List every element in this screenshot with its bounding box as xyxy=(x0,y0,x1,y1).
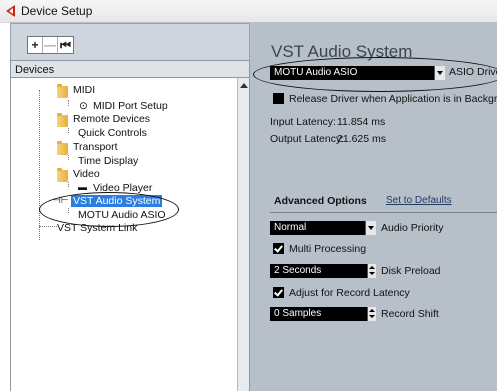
video-player-icon: ▬ xyxy=(78,182,87,192)
release-driver-checkbox[interactable] xyxy=(273,93,284,104)
devices-tree: MIDI ⊙ MIDI Port Setup Remote Devices Qu… xyxy=(10,78,250,391)
record-shift-value: 0 Samples xyxy=(274,308,322,319)
midi-port-icon: ⊙ xyxy=(79,100,88,112)
record-shift-stepper[interactable]: 0 Samples xyxy=(270,307,376,321)
advanced-options-title: Advanced Options xyxy=(274,195,367,207)
devices-header-label: Devices xyxy=(15,64,55,76)
input-latency-label: Input Latency: xyxy=(270,116,336,128)
devices-header: Devices xyxy=(10,60,250,78)
chevron-down-icon[interactable] xyxy=(365,221,376,235)
folder-icon xyxy=(57,84,68,98)
folder-icon xyxy=(57,141,68,155)
add-device-button[interactable]: + xyxy=(28,37,43,53)
tree-item-transport[interactable]: Transport xyxy=(73,141,118,153)
window-title: Device Setup xyxy=(21,4,93,18)
folder-icon xyxy=(57,168,68,182)
toolbar-buttons: + — ⏮ xyxy=(27,36,74,54)
input-latency-value: 11.854 ms xyxy=(337,116,386,128)
device-toolbar: + — ⏮ xyxy=(10,23,250,60)
tree-connector xyxy=(68,155,69,160)
tree-connector xyxy=(39,226,57,227)
folder-icon xyxy=(57,113,68,127)
tree-connector xyxy=(68,100,69,106)
title-bar: Device Setup xyxy=(0,0,497,23)
tree-item-video[interactable]: Video xyxy=(73,168,100,180)
highlight-oval-tree xyxy=(39,192,179,227)
disk-preload-value: 2 Seconds xyxy=(274,265,322,276)
tree-item-midi-port-setup[interactable]: MIDI Port Setup xyxy=(93,100,168,112)
release-driver-label: Release Driver when Application is in Ba… xyxy=(289,93,497,105)
multi-processing-label: Multi Processing xyxy=(289,243,367,255)
adjust-latency-label: Adjust for Record Latency xyxy=(289,287,410,299)
tree-scrollbar[interactable] xyxy=(237,78,249,391)
advanced-divider xyxy=(270,212,497,213)
record-shift-label: Record Shift xyxy=(381,308,439,320)
tree-item-midi[interactable]: MIDI xyxy=(73,84,95,96)
audio-priority-select[interactable]: Normal xyxy=(270,221,376,235)
disk-preload-stepper[interactable]: 2 Seconds xyxy=(270,264,376,278)
output-latency-value: 21.625 ms xyxy=(337,133,387,145)
remove-device-button[interactable]: — xyxy=(43,37,58,53)
tree-connector xyxy=(68,182,69,187)
set-to-defaults-link[interactable]: Set to Defaults xyxy=(386,195,452,206)
tree-item-quick-controls[interactable]: Quick Controls xyxy=(78,127,147,139)
adjust-latency-checkbox[interactable] xyxy=(273,287,284,298)
stepper-arrows-icon[interactable] xyxy=(367,264,376,278)
stepper-arrows-icon[interactable] xyxy=(367,307,376,321)
tree-connector xyxy=(68,128,69,133)
disk-preload-label: Disk Preload xyxy=(381,265,441,277)
multi-processing-checkbox[interactable] xyxy=(273,243,284,254)
reset-device-button[interactable]: ⏮ xyxy=(58,37,73,53)
tree-connector xyxy=(39,90,40,240)
output-latency-label: Output Latency: xyxy=(270,133,345,145)
tree-item-time-display[interactable]: Time Display xyxy=(78,155,138,167)
scroll-up-icon[interactable] xyxy=(240,83,248,88)
highlight-oval-driver xyxy=(253,57,497,92)
audio-priority-label: Audio Priority xyxy=(381,222,444,234)
tree-item-remote-devices[interactable]: Remote Devices xyxy=(73,113,150,125)
audio-priority-value: Normal xyxy=(274,222,307,233)
cubase-logo-icon xyxy=(6,5,15,17)
